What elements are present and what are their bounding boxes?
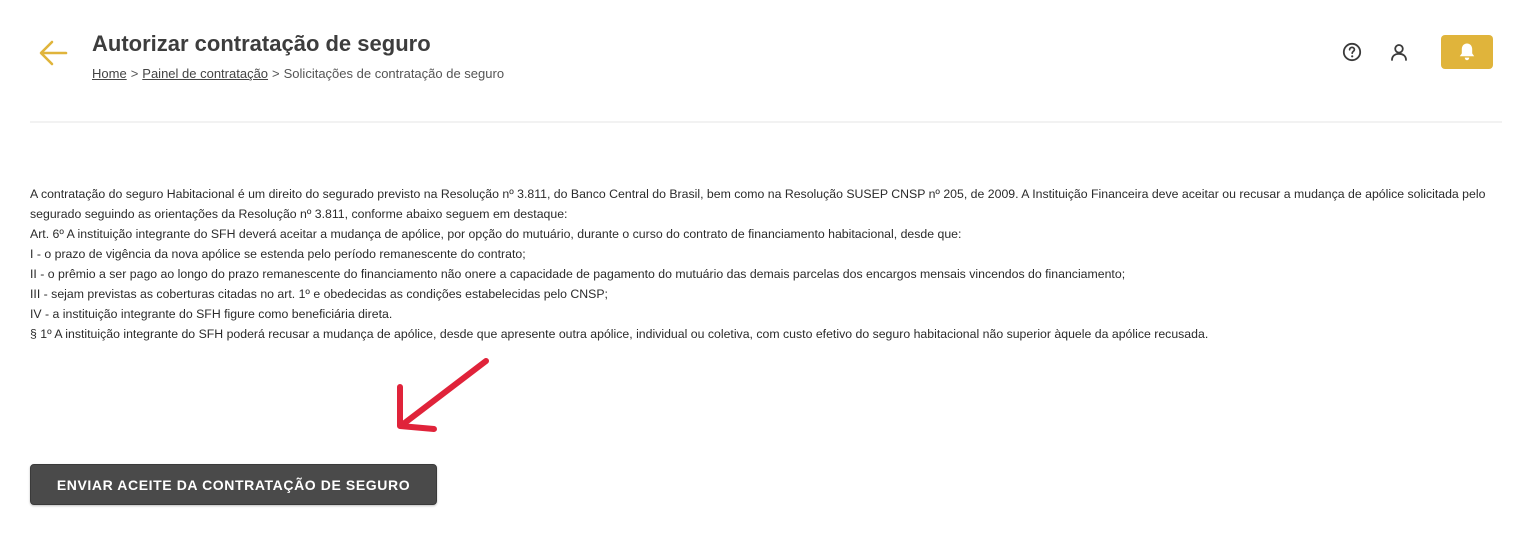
user-icon (1391, 44, 1407, 61)
help-button[interactable] (1337, 37, 1367, 67)
back-button[interactable] (36, 36, 70, 70)
notifications-button[interactable] (1441, 35, 1493, 69)
header-divider (30, 121, 1502, 123)
submit-acceptance-button[interactable]: ENVIAR ACEITE DA CONTRATAÇÃO DE SEGURO (30, 464, 437, 505)
breadcrumb-link-home[interactable]: Home (92, 66, 127, 81)
clause-item: III - sejam previstas as coberturas cita… (30, 287, 608, 301)
breadcrumb: Home > Painel de contratação > Solicitações … (92, 66, 504, 81)
user-profile-button[interactable] (1384, 37, 1414, 67)
breadcrumb-link-painel[interactable]: Painel de contratação (142, 66, 268, 81)
clause-item: § 1º A instituição integrante do SFH pod… (30, 327, 1209, 341)
clause-item: IV - a instituição integrante do SFH fig… (30, 307, 393, 321)
arrow-left-icon (39, 40, 68, 66)
clause-item: II - o prêmio a ser pago ao longo do pra… (30, 267, 1126, 281)
bell-icon (1459, 43, 1475, 61)
breadcrumb-separator: > (272, 66, 280, 81)
help-circle-icon (1342, 42, 1362, 62)
breadcrumb-current: Solicitações de contratação de seguro (283, 66, 505, 81)
page: Autorizar contratação de seguro Home > Pai… (0, 0, 1525, 555)
header-actions (1337, 35, 1493, 69)
article-paragraph: Art. 6º A instituição integrante do SFH … (30, 227, 962, 241)
intro-paragraph: A contratação do seguro Habitacional é u… (30, 187, 1486, 221)
breadcrumb-separator: > (130, 66, 139, 81)
page-title: Autorizar contratação de seguro (92, 31, 431, 56)
regulation-text: A contratação do seguro Habitacional é u… (30, 184, 1500, 344)
clause-item: I - o prazo de vigência da nova apólice … (30, 247, 526, 261)
annotation-arrow-icon (397, 358, 489, 432)
